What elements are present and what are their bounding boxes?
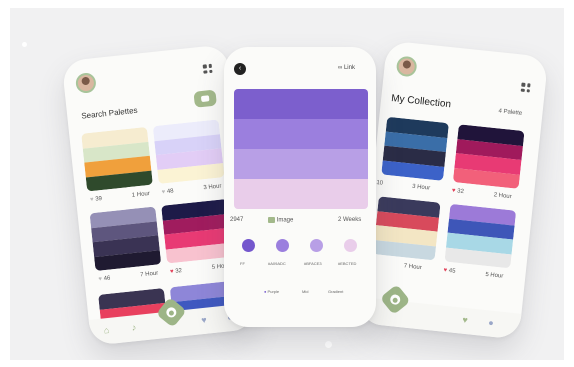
palette-likes[interactable]: ♥ 46 bbox=[98, 276, 110, 283]
heart-icon[interactable]: ♥ bbox=[201, 315, 207, 326]
heart-icon: ♥ bbox=[169, 268, 174, 276]
tag-chip[interactable]: Mid bbox=[302, 289, 308, 294]
heart-icon: ♥ bbox=[443, 267, 448, 274]
palette-card[interactable] bbox=[452, 124, 525, 189]
palette-card[interactable] bbox=[381, 116, 449, 181]
search-icon bbox=[200, 95, 210, 103]
menu-grid-icon[interactable] bbox=[520, 82, 531, 93]
heart-icon: ♥ bbox=[89, 196, 95, 204]
palette-likes[interactable]: ♥ 32 bbox=[452, 188, 464, 195]
color-swatch[interactable] bbox=[242, 239, 255, 252]
palette-time: 2 Hour bbox=[493, 192, 512, 201]
tag-chip[interactable]: Gradient bbox=[328, 289, 343, 294]
link-icon: ∞ bbox=[338, 65, 343, 71]
decor-dot bbox=[325, 341, 332, 348]
palette-time: 3 Hour bbox=[411, 183, 431, 192]
palette-color-band bbox=[234, 179, 368, 209]
avatar[interactable] bbox=[395, 55, 418, 78]
palette-card[interactable] bbox=[89, 206, 162, 272]
home-icon[interactable]: ⌂ bbox=[103, 325, 109, 336]
heart-icon: ♥ bbox=[451, 187, 456, 195]
phone-my-collection: My Collection 4 Palette 10 3 Hour ♥ 32 2… bbox=[357, 40, 549, 340]
color-swatch[interactable] bbox=[276, 239, 289, 252]
search-label[interactable]: Search Palettes bbox=[81, 106, 138, 121]
link-button[interactable]: ∞ Link bbox=[338, 65, 355, 71]
image-icon bbox=[268, 217, 275, 223]
palette-color-band bbox=[234, 89, 368, 119]
palette-likes[interactable]: ♥ 32 bbox=[170, 268, 182, 275]
palette-card[interactable] bbox=[161, 198, 233, 264]
palette-color-band bbox=[234, 119, 368, 149]
hex-code[interactable]: #A09ADC bbox=[268, 261, 286, 266]
palette-time: 7 Hour bbox=[403, 263, 422, 272]
palette-time: 1 Hour bbox=[131, 190, 151, 199]
color-swatch[interactable] bbox=[344, 239, 357, 252]
palette-card[interactable] bbox=[152, 119, 225, 184]
heart-icon: ♥ bbox=[161, 189, 166, 196]
palette-likes[interactable]: ♥ 48 bbox=[161, 188, 173, 195]
palette-likes[interactable]: ♥ 39 bbox=[90, 196, 102, 203]
hex-code[interactable]: FF bbox=[240, 261, 245, 266]
mic-icon[interactable]: ♪ bbox=[131, 322, 137, 332]
profile-icon[interactable]: ● bbox=[488, 317, 494, 328]
search-button[interactable] bbox=[193, 89, 217, 108]
bottom-nav: ⌂ ♥ ● bbox=[357, 296, 522, 340]
palette-time: 2 Weeks bbox=[338, 217, 362, 223]
palette-card[interactable] bbox=[372, 196, 441, 261]
page-title: My Collection bbox=[390, 93, 452, 111]
menu-grid-icon[interactable] bbox=[202, 63, 213, 74]
heart-icon[interactable]: ♥ bbox=[462, 315, 468, 326]
palette-time: 3 Hour bbox=[203, 183, 222, 192]
back-icon[interactable]: ‹ bbox=[234, 63, 246, 75]
heart-icon: ♥ bbox=[98, 276, 103, 283]
palette-preview bbox=[234, 89, 368, 209]
palette-time: 5 Hour bbox=[484, 271, 504, 280]
decor-dot bbox=[22, 42, 27, 47]
color-swatch[interactable] bbox=[310, 239, 323, 252]
like-count: 2947 bbox=[230, 217, 244, 223]
palette-time: 7 Hour bbox=[139, 270, 159, 279]
type-badge: Image bbox=[268, 217, 293, 224]
palette-likes[interactable]: 10 bbox=[376, 180, 383, 187]
hex-code[interactable]: #EBCTED bbox=[338, 261, 356, 266]
palette-card[interactable] bbox=[81, 126, 153, 192]
showcase-background: Search Palettes ♥ 39 1 Hour ♥ 48 3 Hour bbox=[10, 8, 564, 360]
avatar[interactable] bbox=[74, 72, 97, 95]
hex-code[interactable]: #BFACE3 bbox=[304, 261, 322, 266]
phone-palette-detail: ‹ ∞ Link 2947 Image 2 Weeks FF #A09ADC #… bbox=[224, 47, 376, 327]
palette-likes[interactable]: ♥ 45 bbox=[443, 267, 455, 274]
palette-card[interactable] bbox=[444, 203, 517, 269]
tag-chip[interactable]: ● Purple bbox=[264, 289, 279, 294]
palette-color-band bbox=[234, 149, 368, 179]
palette-count: 4 Palette bbox=[498, 108, 523, 117]
